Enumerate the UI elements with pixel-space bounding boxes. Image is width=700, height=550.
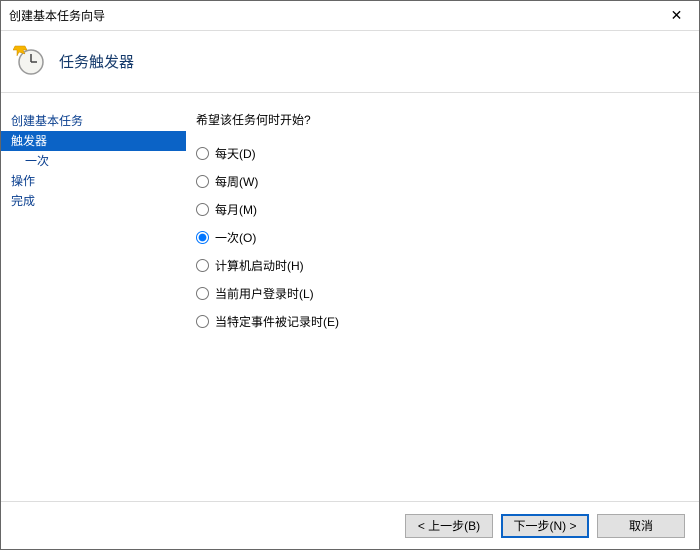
option-label: 当特定事件被记录时(E): [215, 313, 339, 330]
wizard-main: 希望该任务何时开始? 每天(D) 每周(W) 每月(M) 一次(O) 计算机启动…: [186, 93, 699, 501]
window-title: 创建基本任务向导: [9, 7, 654, 24]
next-button[interactable]: 下一步(N) >: [501, 514, 589, 538]
radio-startup[interactable]: [196, 259, 209, 272]
wizard-content: 创建基本任务 触发器 一次 操作 完成 希望该任务何时开始? 每天(D) 每周(…: [1, 93, 699, 501]
wizard-steps-sidebar: 创建基本任务 触发器 一次 操作 完成: [1, 93, 186, 501]
close-icon: ✕: [671, 7, 683, 24]
option-monthly[interactable]: 每月(M): [196, 200, 699, 218]
option-startup[interactable]: 计算机启动时(H): [196, 256, 699, 274]
cancel-button[interactable]: 取消: [597, 514, 685, 538]
option-logon[interactable]: 当前用户登录时(L): [196, 284, 699, 302]
wizard-footer: < 上一步(B) 下一步(N) > 取消: [1, 501, 699, 549]
sidebar-subitem-once[interactable]: 一次: [1, 151, 186, 171]
option-label: 计算机启动时(H): [215, 257, 304, 274]
titlebar: 创建基本任务向导 ✕: [1, 1, 699, 31]
sidebar-item-action[interactable]: 操作: [1, 171, 186, 191]
option-daily[interactable]: 每天(D): [196, 144, 699, 162]
trigger-prompt: 希望该任务何时开始?: [196, 111, 699, 128]
option-label: 当前用户登录时(L): [215, 285, 314, 302]
option-event[interactable]: 当特定事件被记录时(E): [196, 312, 699, 330]
sidebar-item-trigger[interactable]: 触发器: [1, 131, 186, 151]
option-label: 每天(D): [215, 145, 256, 162]
option-label: 一次(O): [215, 229, 256, 246]
radio-once[interactable]: [196, 231, 209, 244]
radio-event[interactable]: [196, 315, 209, 328]
wizard-header: 任务触发器: [1, 31, 699, 93]
clock-task-icon: [13, 44, 45, 79]
radio-weekly[interactable]: [196, 175, 209, 188]
option-weekly[interactable]: 每周(W): [196, 172, 699, 190]
radio-daily[interactable]: [196, 147, 209, 160]
wizard-heading: 任务触发器: [59, 51, 134, 72]
radio-monthly[interactable]: [196, 203, 209, 216]
option-label: 每月(M): [215, 201, 257, 218]
sidebar-item-finish[interactable]: 完成: [1, 191, 186, 211]
option-once[interactable]: 一次(O): [196, 228, 699, 246]
sidebar-item-create-task[interactable]: 创建基本任务: [1, 111, 186, 131]
close-button[interactable]: ✕: [654, 1, 699, 31]
back-button[interactable]: < 上一步(B): [405, 514, 493, 538]
radio-logon[interactable]: [196, 287, 209, 300]
option-label: 每周(W): [215, 173, 258, 190]
trigger-options: 每天(D) 每周(W) 每月(M) 一次(O) 计算机启动时(H) 当前用户登录…: [196, 144, 699, 330]
